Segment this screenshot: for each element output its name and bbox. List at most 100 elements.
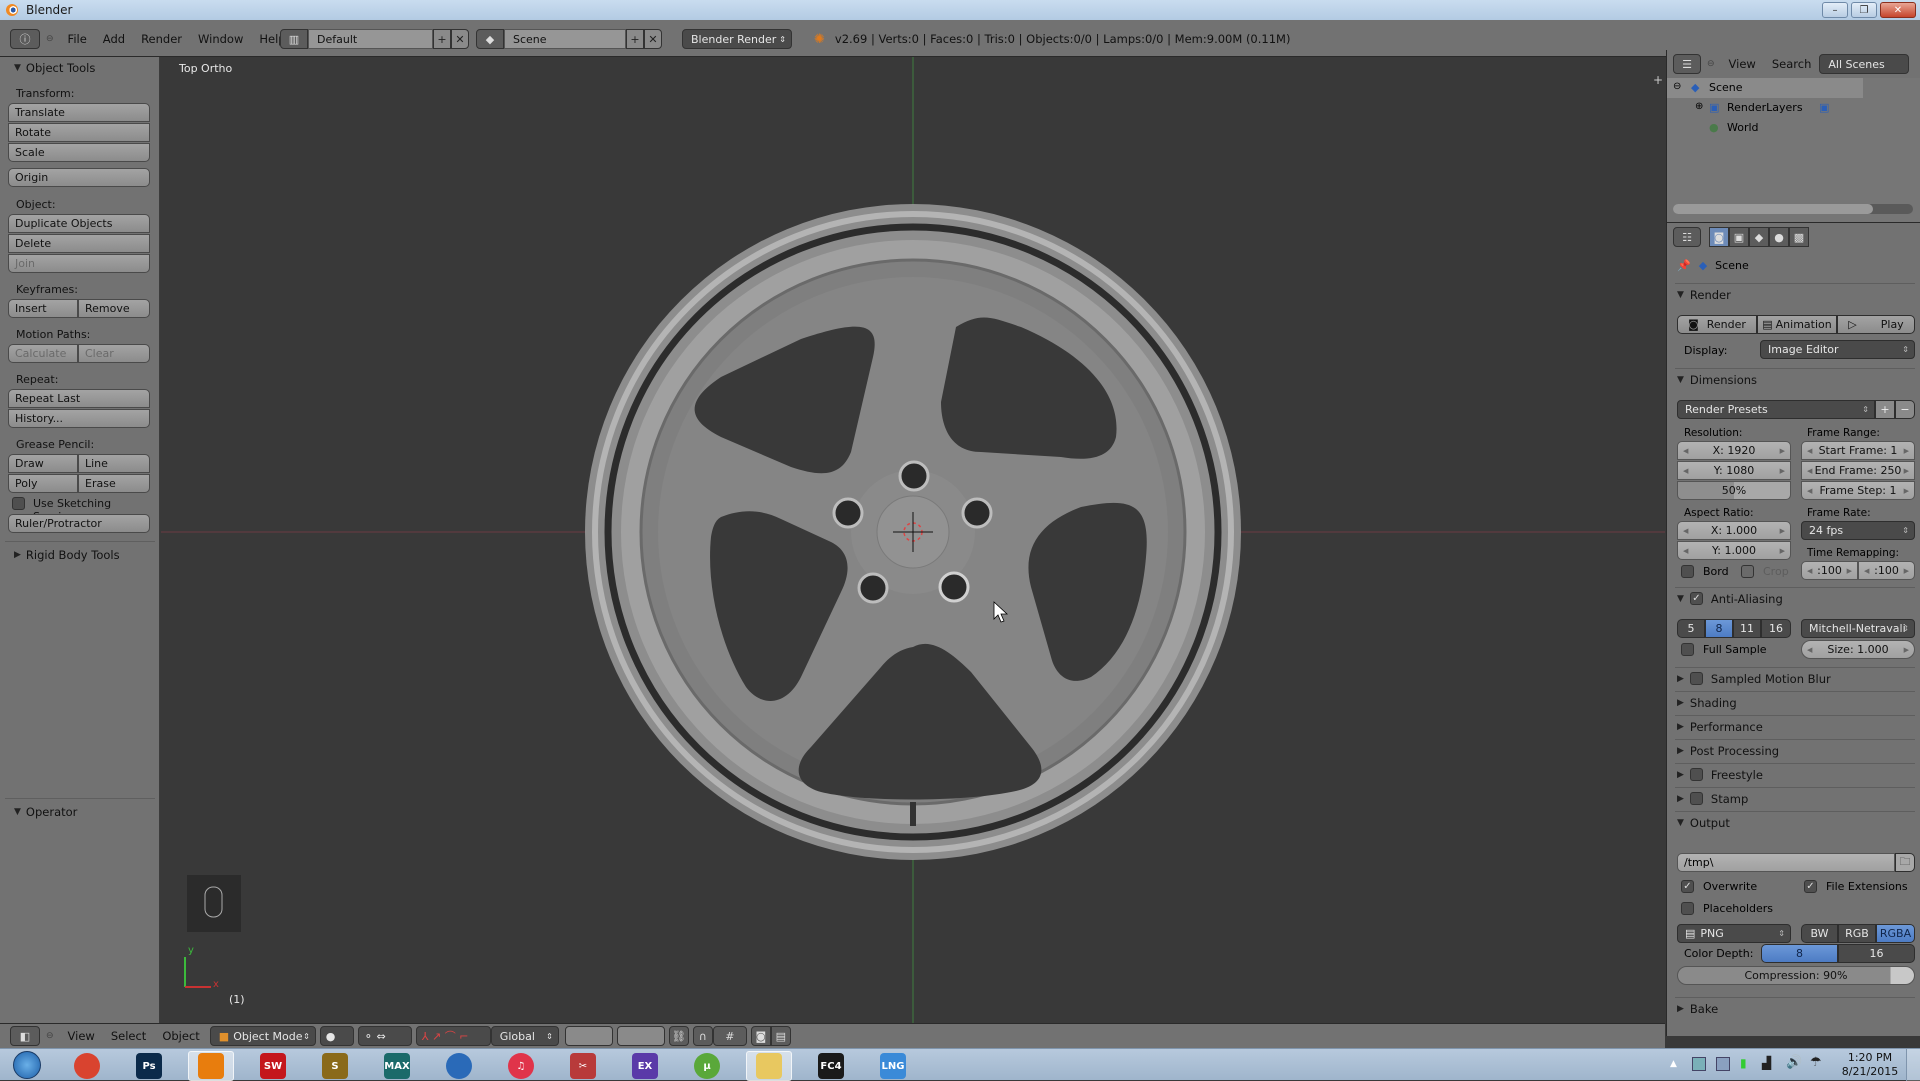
sketching-sessions-checkbox[interactable]: [12, 497, 25, 510]
aspect-y-field[interactable]: ◀ Y: 1.000 ▶: [1677, 541, 1791, 560]
insert-keyframe-button[interactable]: Insert: [8, 299, 78, 318]
stamp-section-header[interactable]: ▶ Stamp: [1675, 787, 1915, 809]
taskbar-app-chrome[interactable]: [64, 1051, 110, 1081]
menu-file[interactable]: File: [60, 32, 95, 46]
history-button[interactable]: History...: [8, 409, 150, 428]
placeholders-checkbox[interactable]: [1681, 902, 1694, 915]
section-checkbox[interactable]: [1689, 792, 1703, 805]
taskbar-app-file-explorer[interactable]: [746, 1051, 792, 1081]
ruler-protractor-button[interactable]: Ruler/Protractor: [8, 514, 150, 533]
screen-layout-browse[interactable]: ▥: [280, 29, 308, 49]
browse-folder-button[interactable]: 🗀: [1895, 853, 1915, 872]
editor-type-button[interactable]: ☷: [1673, 227, 1701, 247]
file-extensions-checkbox[interactable]: ✓: [1804, 880, 1817, 893]
aa-size-field[interactable]: ◀ Size: 1.000 ▶: [1801, 640, 1915, 659]
menu-select[interactable]: Select: [103, 1029, 154, 1043]
animation-button[interactable]: ▤ Animation: [1757, 315, 1837, 334]
join-button[interactable]: Join: [8, 254, 150, 273]
overwrite-checkbox[interactable]: ✓: [1681, 880, 1694, 893]
object-tools-panel-header[interactable]: ▼ Object Tools: [0, 57, 160, 79]
start-button[interactable]: [6, 1050, 48, 1080]
tab-render-layers[interactable]: ▣: [1729, 227, 1749, 247]
pin-icon[interactable]: 📌: [1677, 259, 1691, 272]
time-remap-new-field[interactable]: ◀:100 ▶: [1858, 561, 1915, 580]
tree-row[interactable]: ⊖ ◆ Scene: [1667, 78, 1863, 98]
frame-rate-select[interactable]: 24 fps ⇕: [1801, 521, 1915, 540]
add-screen-button[interactable]: +: [433, 29, 451, 49]
resolution-x-field[interactable]: ◀ X: 1920 ▶: [1677, 441, 1791, 460]
translate-button[interactable]: Translate: [8, 103, 150, 122]
origin-button[interactable]: Origin: [8, 168, 150, 187]
scene-browse[interactable]: ◆: [476, 29, 504, 49]
frame-step-field[interactable]: ◀ Frame Step: 1 ▶: [1801, 481, 1915, 500]
editor-type-button[interactable]: ⓘ: [10, 29, 40, 49]
horizontal-scrollbar[interactable]: [1673, 204, 1913, 214]
manipulator-toggle[interactable]: ⅄ ↗ ⌒ ⌐: [415, 1026, 491, 1046]
pivot-point-select[interactable]: ⚬ ⇔: [357, 1026, 412, 1046]
crop-checkbox[interactable]: [1741, 565, 1754, 578]
aa-samples-11[interactable]: 11: [1733, 619, 1761, 638]
opengl-animation-button[interactable]: ▤: [770, 1026, 791, 1046]
play-button[interactable]: ▷ Play: [1837, 315, 1915, 334]
border-checkbox[interactable]: [1681, 565, 1694, 578]
delete-scene-button[interactable]: ✕: [644, 29, 662, 49]
taskbar-app-blender[interactable]: [188, 1051, 234, 1081]
scene-layers-1[interactable]: [564, 1026, 613, 1046]
show-desktop-button[interactable]: [1906, 1049, 1920, 1081]
tab-texture[interactable]: ▩: [1789, 227, 1809, 247]
render-section-header[interactable]: ▼ Render: [1675, 283, 1915, 305]
delete-screen-button[interactable]: ✕: [451, 29, 469, 49]
aspect-x-field[interactable]: ◀ X: 1.000 ▶: [1677, 521, 1791, 540]
delete-button[interactable]: Delete: [8, 234, 150, 253]
operator-panel-header[interactable]: ▼ Operator: [0, 801, 160, 823]
draw-button[interactable]: Draw: [8, 454, 78, 473]
performance-section-header[interactable]: ▶ Performance: [1675, 715, 1915, 737]
mode-select[interactable]: ■ Object Mode ⇕: [209, 1026, 316, 1046]
collapse-menu-icon[interactable]: ⊖: [46, 1031, 54, 1041]
scale-button[interactable]: Scale: [8, 143, 150, 162]
aa-filter-select[interactable]: Mitchell-Netravali ⇕: [1801, 619, 1915, 638]
menu-add[interactable]: Add: [95, 32, 133, 46]
compression-slider[interactable]: Compression: 90%: [1677, 966, 1915, 985]
menu-window[interactable]: Window: [190, 32, 251, 46]
section-checkbox[interactable]: [1689, 768, 1703, 781]
add-scene-button[interactable]: +: [626, 29, 644, 49]
scene-field[interactable]: Scene: [504, 29, 626, 49]
tab-scene[interactable]: ◆: [1749, 227, 1769, 247]
color-mode-rgb[interactable]: RGB: [1838, 924, 1876, 943]
taskbar-app-itunes[interactable]: ♫: [498, 1051, 544, 1081]
shading-section-header[interactable]: ▶ Shading: [1675, 691, 1915, 713]
rotate-button[interactable]: Rotate: [8, 123, 150, 142]
taskbar-app-keyshot[interactable]: [436, 1051, 482, 1081]
line-button[interactable]: Line: [78, 454, 150, 473]
remove-preset-button[interactable]: −: [1895, 400, 1915, 419]
anti-aliasing-checkbox[interactable]: ✓: [1689, 592, 1703, 605]
display-select[interactable]: Image Editor ⇕: [1760, 340, 1915, 359]
taskbar-app-utorrent[interactable]: µ: [684, 1051, 730, 1081]
section-checkbox[interactable]: [1689, 672, 1703, 685]
opengl-render-button[interactable]: ◙: [750, 1026, 771, 1046]
viewport-shading-select[interactable]: ●: [319, 1026, 354, 1046]
editor-type-button[interactable]: ☰: [1673, 54, 1701, 74]
poly-button[interactable]: Poly: [8, 474, 78, 493]
taskbar-app-app-s[interactable]: S: [312, 1051, 358, 1081]
collapse-icon[interactable]: ⊖: [1673, 81, 1681, 92]
repeat-last-button[interactable]: Repeat Last: [8, 389, 150, 408]
taskbar-app-photoshop[interactable]: Ps: [126, 1051, 172, 1081]
taskbar-app-solidworks[interactable]: SW: [250, 1051, 296, 1081]
menu-view[interactable]: View: [60, 1029, 103, 1043]
collapse-menu-icon[interactable]: ⊖: [46, 34, 54, 44]
file-format-select[interactable]: ▤ PNG ⇕: [1677, 924, 1791, 943]
expand-icon[interactable]: ⊕: [1695, 101, 1703, 112]
3d-viewport[interactable]: Top Ortho y x (1) +: [161, 57, 1665, 1023]
full-sample-checkbox[interactable]: [1681, 643, 1694, 656]
tray-app-icon[interactable]: [1716, 1057, 1730, 1071]
color-depth-8[interactable]: 8: [1761, 944, 1838, 963]
bake-section-header[interactable]: ▶ Bake: [1675, 997, 1915, 1019]
post-processing-section-header[interactable]: ▶ Post Processing: [1675, 739, 1915, 761]
editor-type-button[interactable]: ◧: [10, 1026, 40, 1046]
duplicate-objects-button[interactable]: Duplicate Objects: [8, 214, 150, 233]
color-mode-rgba[interactable]: RGBA: [1876, 924, 1915, 943]
tree-row[interactable]: ● World: [1667, 118, 1863, 138]
time-remap-old-field[interactable]: ◀:100 ▶: [1801, 561, 1858, 580]
